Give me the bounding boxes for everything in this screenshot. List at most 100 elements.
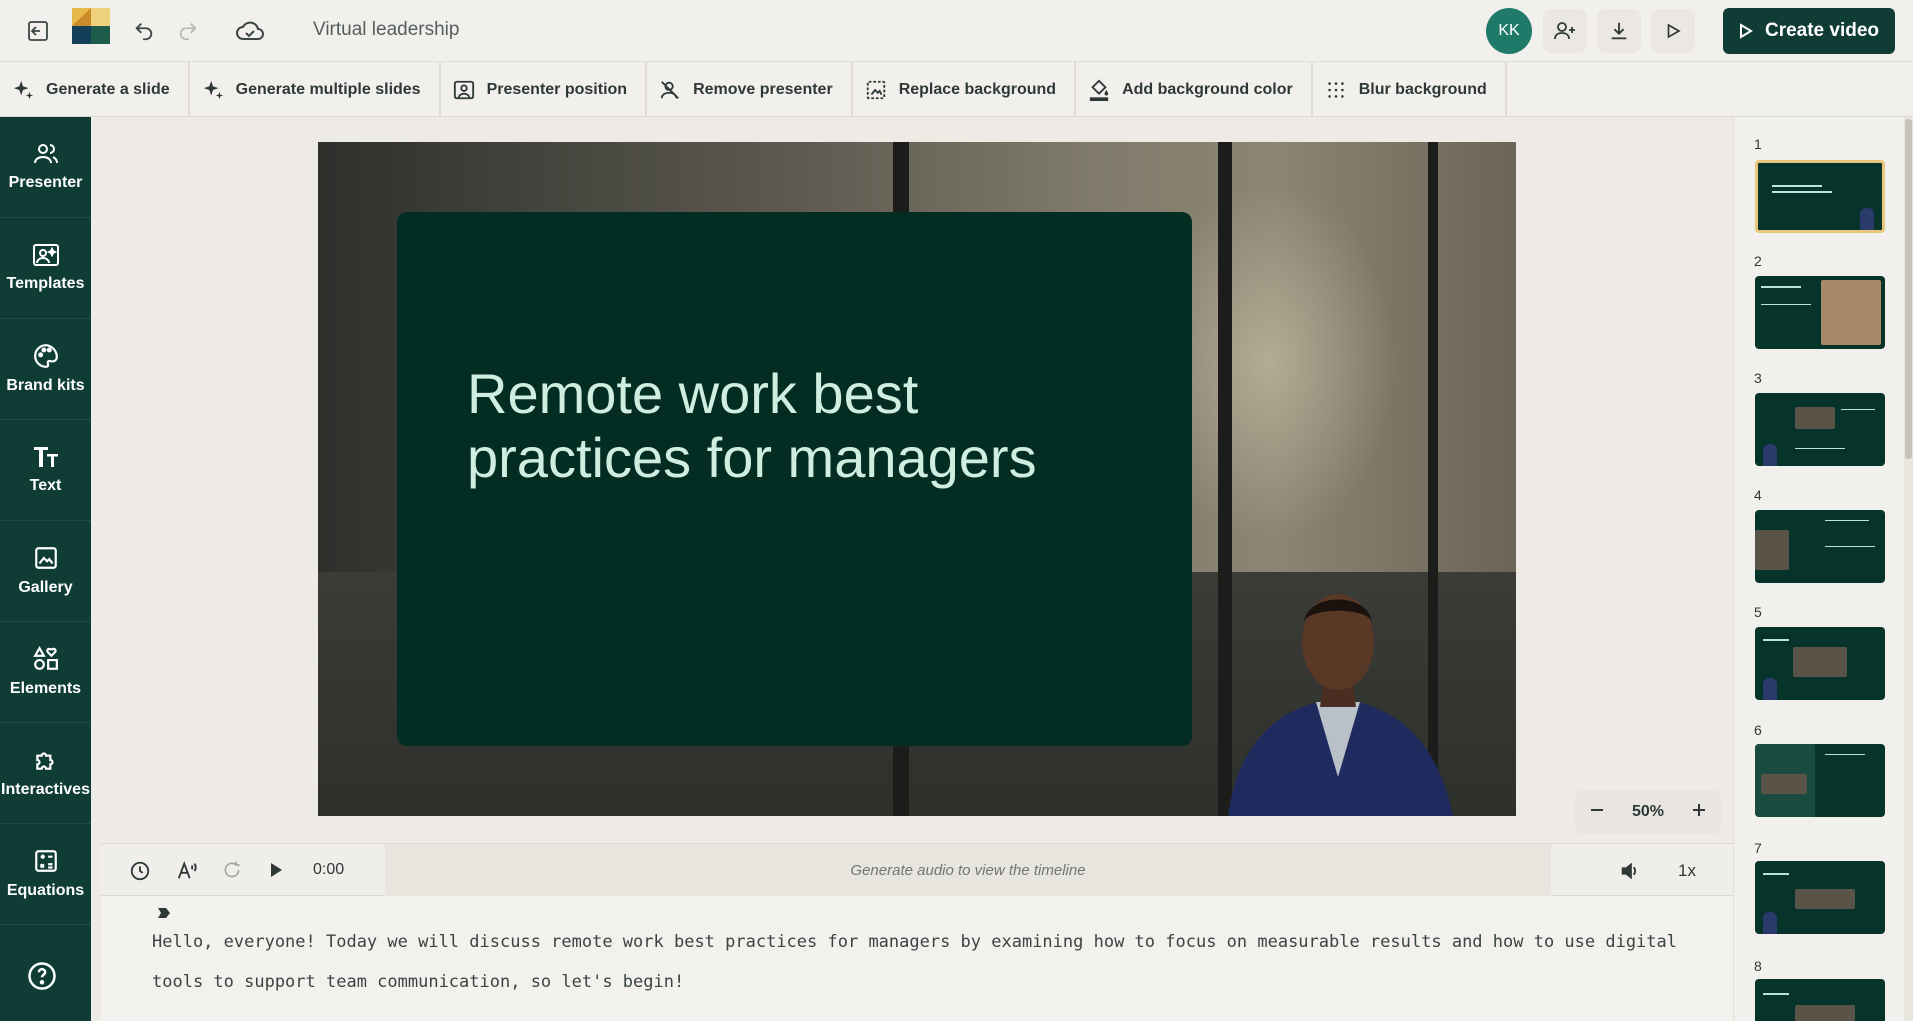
thumb-text-line xyxy=(1761,286,1801,288)
presenter-avatar[interactable] xyxy=(1218,562,1458,816)
zoom-control: 50% xyxy=(1575,790,1721,834)
script-editor[interactable]: Hello, everyone! Today we will discuss r… xyxy=(101,896,1733,1021)
zoom-value: 50% xyxy=(1631,803,1664,820)
presenter-position-button[interactable]: Presenter position xyxy=(441,62,648,117)
thumb-presenter xyxy=(1763,444,1777,466)
sidebar-item-label: Gallery xyxy=(18,579,73,596)
exit-editor-icon[interactable] xyxy=(20,13,56,49)
thumb-text-line xyxy=(1763,873,1789,875)
slide-number: 5 xyxy=(1754,604,1762,620)
thumb-image xyxy=(1761,774,1807,794)
thumb-text-line xyxy=(1772,185,1822,187)
playback-speed[interactable]: 1x xyxy=(1678,861,1696,881)
shapes-icon xyxy=(32,646,58,670)
slide-number: 7 xyxy=(1754,840,1762,856)
sidebar-item-label: Interactives xyxy=(1,781,90,798)
app-logo[interactable] xyxy=(72,8,110,44)
create-video-button[interactable]: Create video xyxy=(1723,8,1895,54)
thumb-text-line xyxy=(1772,191,1832,193)
thumb-text-line xyxy=(1763,639,1789,641)
sidebar-item-text[interactable]: Text xyxy=(0,420,91,521)
regenerate-icon[interactable] xyxy=(222,860,244,882)
add-user-icon xyxy=(1554,22,1575,40)
thumb-text-line xyxy=(1761,304,1811,305)
slide-number: 4 xyxy=(1754,487,1762,503)
thumb-image xyxy=(1755,530,1789,570)
thumb-image xyxy=(1795,889,1855,909)
thumb-image xyxy=(1821,280,1881,345)
slide-number: 3 xyxy=(1754,370,1762,386)
slide-thumbnail-1[interactable] xyxy=(1755,160,1885,233)
plus-icon xyxy=(1693,803,1706,816)
thumb-presenter xyxy=(1860,208,1874,230)
slide-number: 6 xyxy=(1754,722,1762,738)
remove-presenter-icon xyxy=(660,80,679,99)
generate-slide-button[interactable]: Generate a slide xyxy=(0,62,190,117)
presenter-position-icon xyxy=(453,80,474,99)
replace-background-button[interactable]: Replace background xyxy=(853,62,1077,117)
slide-thumbnail-4[interactable] xyxy=(1755,510,1885,583)
voice-settings-icon[interactable] xyxy=(176,860,198,882)
thumb-image xyxy=(1795,407,1835,429)
tool-label: Generate multiple slides xyxy=(235,80,421,98)
undo-icon[interactable] xyxy=(126,13,162,49)
slide-toolbar: Generate a slide Generate multiple slide… xyxy=(0,62,1913,117)
thumb-presenter xyxy=(1763,912,1777,934)
slide-title[interactable]: Remote work best practices for managers xyxy=(467,362,1147,490)
cloud-saved-icon xyxy=(232,13,268,49)
calculator-icon xyxy=(34,850,57,872)
slide-thumbnail-3[interactable] xyxy=(1755,393,1885,466)
zoom-out-button[interactable] xyxy=(1589,802,1605,823)
remove-presenter-button[interactable]: Remove presenter xyxy=(647,62,853,117)
blur-background-button[interactable]: Blur background xyxy=(1313,62,1507,117)
slide-title-card[interactable]: Remote work best practices for managers xyxy=(397,212,1192,746)
slide-thumbnail-5[interactable] xyxy=(1755,627,1885,700)
replace-background-icon xyxy=(866,80,885,99)
help-icon[interactable] xyxy=(27,961,63,997)
document-title[interactable]: Virtual leadership xyxy=(313,19,459,41)
sidebar-item-brand-kits[interactable]: Brand kits xyxy=(0,319,91,420)
sidebar-item-gallery[interactable]: Gallery xyxy=(0,521,91,622)
play-icon xyxy=(1739,23,1753,39)
timeline-track[interactable]: Generate audio to view the timeline xyxy=(385,844,1551,897)
play-icon[interactable] xyxy=(267,860,289,882)
preview-button[interactable] xyxy=(1651,9,1695,53)
scrollbar-thumb[interactable] xyxy=(1905,119,1912,459)
sidebar-item-interactives[interactable]: Interactives xyxy=(0,723,91,824)
thumb-text-line xyxy=(1841,409,1875,410)
slide-number: 8 xyxy=(1754,958,1762,974)
timeline-placeholder: Generate audio to view the timeline xyxy=(850,862,1086,879)
script-text[interactable]: Hello, everyone! Today we will discuss r… xyxy=(152,922,1712,1002)
text-icon xyxy=(33,447,58,467)
volume-icon[interactable] xyxy=(1619,860,1641,882)
people-icon xyxy=(33,144,58,164)
add-collaborator-button[interactable] xyxy=(1543,9,1587,53)
thumb-text-line xyxy=(1795,448,1845,449)
create-video-label: Create video xyxy=(1764,20,1880,41)
slide-number: 1 xyxy=(1754,136,1762,152)
download-button[interactable] xyxy=(1597,9,1641,53)
slide-thumbnail-2[interactable] xyxy=(1755,276,1885,349)
avatar[interactable]: KK xyxy=(1486,8,1532,54)
slides-scrollbar[interactable] xyxy=(1904,117,1913,1021)
zoom-in-button[interactable] xyxy=(1691,802,1707,823)
sidebar-item-elements[interactable]: Elements xyxy=(0,622,91,723)
sidebar-item-templates[interactable]: Templates xyxy=(0,218,91,319)
slide-canvas[interactable]: Remote work best practices for managers xyxy=(318,142,1516,816)
image-icon xyxy=(34,547,57,569)
add-background-color-button[interactable]: Add background color xyxy=(1076,62,1313,117)
redo-icon[interactable] xyxy=(170,13,206,49)
sidebar-item-presenter[interactable]: Presenter xyxy=(0,117,91,218)
generate-multiple-slides-button[interactable]: Generate multiple slides xyxy=(190,62,441,117)
slide-thumbnail-8[interactable] xyxy=(1755,979,1885,1021)
tool-label: Add background color xyxy=(1122,80,1293,98)
templates-icon xyxy=(32,244,59,266)
sidebar-item-label: Presenter xyxy=(8,174,83,191)
voice-marker-icon[interactable] xyxy=(157,906,171,920)
slide-thumbnail-6[interactable] xyxy=(1755,744,1885,817)
download-icon xyxy=(1611,22,1627,40)
slide-thumbnail-7[interactable] xyxy=(1755,861,1885,934)
clock-icon[interactable] xyxy=(129,860,151,882)
sidebar-item-equations[interactable]: Equations xyxy=(0,824,91,925)
palette-icon xyxy=(33,344,58,368)
